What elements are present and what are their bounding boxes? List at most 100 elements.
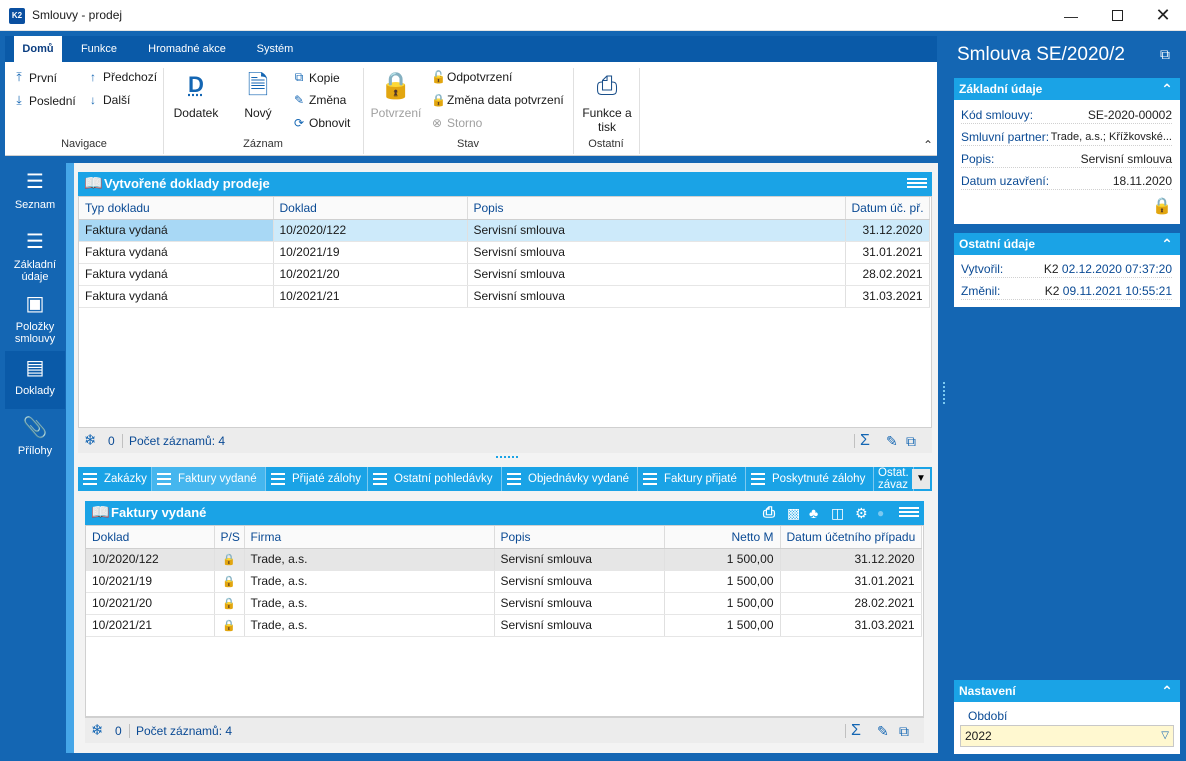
table-cell[interactable]: Trade, a.s. (244, 614, 495, 637)
nav-prilohy[interactable]: 📎 Přílohy (5, 415, 65, 471)
tab-funkce[interactable]: Funkce (71, 36, 127, 62)
tab-ostatni-zavazky[interactable]: Ostat. závaz (874, 467, 914, 491)
table-cell[interactable]: Faktura vydaná (79, 263, 274, 286)
table-cell[interactable]: 1 500,00 (664, 570, 781, 593)
sum-icon[interactable]: Σ (851, 718, 861, 744)
printer-icon[interactable]: ⎙ (763, 501, 775, 525)
table-cell[interactable]: Faktura vydaná (79, 285, 274, 308)
table-cell[interactable]: 10/2021/20 (273, 263, 468, 286)
table-cell[interactable]: 28.02.2021 (845, 263, 930, 286)
table-cell[interactable]: 31.12.2020 (780, 548, 922, 571)
section-header-ostatni[interactable]: Ostatní údaje ⌃ (954, 233, 1180, 255)
tab-ostatni-pohledavky[interactable]: Ostatní pohledávky (368, 467, 502, 491)
menu-icon[interactable] (899, 505, 919, 521)
table-cell[interactable]: Trade, a.s. (244, 548, 495, 571)
table-row[interactable]: 10/2021/21 🔒 Trade, a.s. Servisní smlouv… (86, 614, 922, 637)
table-row[interactable]: Faktura vydaná 10/2021/21 Servisní smlou… (79, 285, 930, 308)
pencil-icon[interactable]: ✎ (886, 428, 898, 454)
last-button[interactable]: ⤓ Poslední (13, 93, 75, 108)
close-window-button[interactable]: ✕ (1140, 0, 1186, 31)
table-cell[interactable]: 🔒 (214, 592, 245, 615)
obdobi-select[interactable]: 2022 ▽ (960, 725, 1174, 747)
table-cell[interactable]: 🔒 (214, 570, 245, 593)
tab-zakazky[interactable]: Zakázky (78, 467, 152, 491)
table-row[interactable]: 10/2021/19 🔒 Trade, a.s. Servisní smlouv… (86, 570, 922, 593)
functions-print-button[interactable]: ⎙ Funkce a tisk (577, 70, 637, 134)
splitter-handle[interactable] (943, 382, 945, 404)
table-cell[interactable]: 10/2021/21 (86, 614, 215, 637)
refresh-button[interactable]: ⟳ Obnovit (293, 116, 350, 130)
table-cell[interactable]: 1 500,00 (664, 614, 781, 637)
nav-zakladni-udaje[interactable]: ☰ Základní údaje (5, 229, 65, 285)
tab-hromadne-akce[interactable]: Hromadné akce (137, 36, 237, 62)
column-header[interactable]: Netto M (664, 526, 781, 549)
table-cell[interactable]: Servisní smlouva (467, 219, 846, 242)
tab-system[interactable]: Systém (247, 36, 303, 62)
table-cell[interactable]: 10/2021/20 (86, 592, 215, 615)
minimize-button[interactable]: — (1048, 0, 1094, 31)
confirm-button[interactable]: 🔒 Potvrzení (369, 70, 423, 120)
table-cell[interactable]: Servisní smlouva (494, 570, 665, 593)
section-header-nastaveni[interactable]: Nastavení ⌃ (954, 680, 1180, 702)
table-cell[interactable]: Faktura vydaná (79, 219, 274, 242)
column-header[interactable]: Datum účetního případu (780, 526, 922, 549)
maximize-button[interactable] (1094, 0, 1140, 31)
table-cell[interactable]: Servisní smlouva (467, 241, 846, 264)
dodatek-button[interactable]: D Dodatek (171, 70, 221, 120)
table-row[interactable]: 10/2021/20 🔒 Trade, a.s. Servisní smlouv… (86, 592, 922, 615)
edit-button[interactable]: ✎ Změna (293, 93, 346, 107)
table-cell[interactable]: 31.01.2021 (845, 241, 930, 264)
vertical-splitter[interactable] (938, 36, 950, 756)
open-external-icon[interactable]: ⧉ (1160, 46, 1170, 63)
unconfirm-button[interactable]: 🔓 Odpotvrzení (431, 70, 512, 84)
tab-objednavky-vydane[interactable]: Objednávky vydané (502, 467, 638, 491)
table-cell[interactable]: Trade, a.s. (244, 592, 495, 615)
sum-icon[interactable]: Σ (860, 428, 870, 454)
columns-icon[interactable]: ◫ (831, 501, 844, 525)
column-header[interactable]: Popis (494, 526, 665, 549)
table-row[interactable]: 10/2020/122 🔒 Trade, a.s. Servisní smlou… (86, 548, 922, 571)
tab-prijate-zalohy[interactable]: Přijaté zálohy (266, 467, 368, 491)
chevron-up-icon[interactable]: ⌃ (1154, 680, 1180, 702)
table-cell[interactable]: 31.12.2020 (845, 219, 930, 242)
column-header[interactable]: Firma (244, 526, 495, 549)
collapse-ribbon-icon[interactable]: ⌃ (923, 138, 933, 152)
table-cell[interactable]: 10/2020/122 (273, 219, 468, 242)
first-button[interactable]: ⤒ První (13, 70, 57, 85)
tab-poskytnute-zalohy[interactable]: Poskytnuté zálohy (746, 467, 874, 491)
table-cell[interactable]: 10/2021/19 (86, 570, 215, 593)
nav-seznam[interactable]: ☰ Seznam (5, 169, 65, 225)
new-button[interactable]: 🗎 Nový (237, 70, 279, 120)
table-cell[interactable]: 🔒 (214, 548, 245, 571)
previous-button[interactable]: ↑ Předchozí (87, 70, 157, 84)
table-cell[interactable]: 31.01.2021 (780, 570, 922, 593)
gear-icon[interactable]: ⚙ (855, 501, 868, 525)
copy-button[interactable]: ⧉ Kopie (293, 70, 340, 85)
table-cell[interactable]: 🔒 (214, 614, 245, 637)
table-cell[interactable]: 10/2021/21 (273, 285, 468, 308)
table-cell[interactable]: 31.03.2021 (845, 285, 930, 308)
table-cell[interactable]: Faktura vydaná (79, 241, 274, 264)
table-cell[interactable]: 1 500,00 (664, 548, 781, 571)
table-cell[interactable]: 10/2020/122 (86, 548, 215, 571)
nav-polozky-smlouvy[interactable]: ▣ Položky smlouvy (5, 291, 65, 349)
table-cell[interactable]: 31.03.2021 (780, 614, 922, 637)
tab-faktury-vydane[interactable]: Faktury vydané (152, 467, 266, 491)
table-cell[interactable]: Servisní smlouva (467, 263, 846, 286)
section-header-zakladni[interactable]: Základní údaje ⌃ (954, 78, 1180, 100)
table-cell[interactable]: Servisní smlouva (494, 592, 665, 615)
table-row[interactable]: Faktura vydaná 10/2021/20 Servisní smlou… (79, 263, 930, 286)
column-header[interactable]: Typ dokladu (79, 197, 274, 220)
tab-domu[interactable]: Domů (14, 36, 62, 62)
column-header[interactable]: Doklad (86, 526, 215, 549)
change-confirm-date-button[interactable]: 🔒 Změna data potvrzení (431, 93, 564, 107)
table-cell[interactable]: Servisní smlouva (494, 548, 665, 571)
tab-faktury-prijate[interactable]: Faktury přijaté (638, 467, 746, 491)
column-header[interactable]: Datum úč. př. (845, 197, 930, 220)
table-row[interactable]: Faktura vydaná 10/2021/19 Servisní smlou… (79, 241, 930, 264)
menu-icon[interactable] (907, 176, 927, 192)
storno-button[interactable]: ⊗ Storno (431, 116, 482, 130)
bar-chart-icon[interactable]: ▩ (787, 501, 800, 525)
table-cell[interactable]: 1 500,00 (664, 592, 781, 615)
next-button[interactable]: ↓ Další (87, 93, 130, 107)
